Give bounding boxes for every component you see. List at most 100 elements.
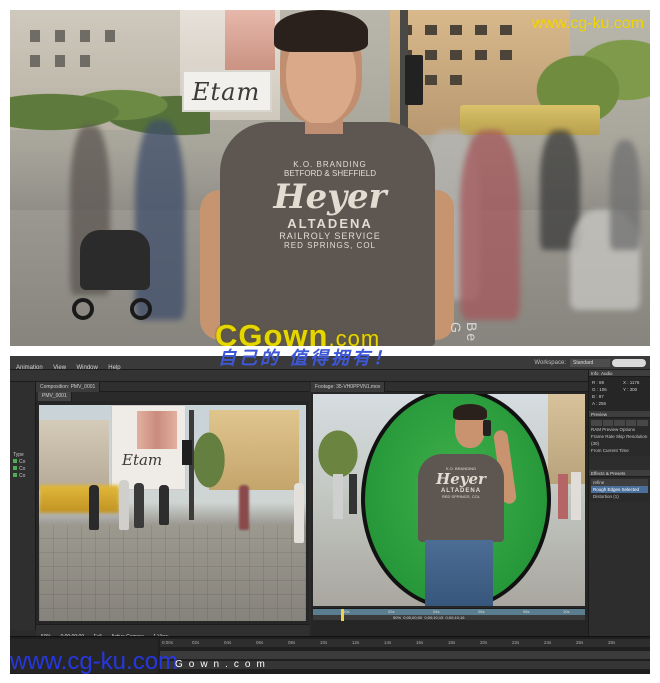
storefront-sign-text: Etam: [122, 451, 163, 469]
workspace-select[interactable]: Standard: [570, 359, 610, 367]
blurred-bus: [39, 485, 119, 513]
ruler-tick: 0:00s: [162, 640, 174, 645]
composition-viewer[interactable]: Etam: [39, 405, 306, 621]
project-item[interactable]: Co: [10, 459, 35, 466]
footage-tabbar: Footage: 35-VH0PPVN1.mov: [311, 382, 588, 392]
tab-audio[interactable]: Audio: [601, 371, 613, 376]
top-photo: Etam K.O. BRANDING BETFORD & SHEFFIELD H…: [10, 10, 650, 346]
info-panel-header: Info Audio: [589, 370, 650, 377]
tab-footage[interactable]: Footage: 35-VH0PPVN1.mov: [311, 382, 386, 392]
blurred-pedestrian: [460, 130, 520, 320]
video-editor-window: Animation View Window Help Workspace: St…: [10, 356, 650, 674]
pedestrian: [159, 485, 169, 525]
last-frame-button[interactable]: [637, 420, 648, 426]
frame-rate-select[interactable]: (30): [591, 440, 648, 447]
window: [30, 30, 40, 42]
pedestrian: [558, 474, 568, 519]
tshirt-brand: Heyer: [273, 177, 387, 217]
in-point[interactable]: 0;00;10;15: [424, 615, 443, 620]
pedestrian: [89, 485, 99, 530]
from-current-time-checkbox[interactable]: From Current Time: [591, 447, 648, 454]
project-item[interactable]: Co: [10, 473, 35, 480]
tab-info[interactable]: Info: [591, 371, 599, 376]
window: [450, 50, 462, 60]
watermark-side-text: Be G: [448, 322, 480, 344]
composition-icon: [13, 459, 17, 463]
ruler-tick: 04s: [224, 640, 232, 645]
timeline-layer-bar[interactable]: [160, 651, 650, 659]
ruler-tick: 24s: [544, 640, 552, 645]
window: [55, 55, 65, 67]
ruler-tick: 10s: [563, 609, 570, 614]
right-panels: Info Audio R : 69 G : 106 B : 87 A : 255…: [588, 370, 650, 636]
window: [450, 75, 462, 85]
effects-panel-header[interactable]: Effects & Presets: [589, 470, 650, 477]
magnification-value[interactable]: 50%: [393, 615, 401, 620]
window: [475, 25, 487, 35]
project-item[interactable]: Co: [10, 466, 35, 473]
current-time[interactable]: 0;00;00;00: [403, 615, 422, 620]
effects-search-input[interactable]: refine: [591, 479, 648, 486]
pedestrian: [571, 472, 581, 520]
footage-viewer[interactable]: K.O. BRANDING Heyer ALTADENA RED SPRINGS…: [313, 394, 585, 606]
watermark-cgown-logo: CGown.com: [215, 318, 380, 346]
ruler-tick: 22s: [512, 640, 520, 645]
page-root: Etam K.O. BRANDING BETFORD & SHEFFIELD H…: [0, 0, 660, 683]
info-r: R : 69: [592, 380, 605, 385]
project-item[interactable]: Type: [10, 452, 35, 459]
main-subject: K.O. BRANDING BETFORD & SHEFFIELD Heyer …: [200, 10, 454, 346]
footage-readout: 50% 0;00;00;00 0;00;10;15 0;00;10;16: [393, 615, 464, 621]
window: [30, 55, 40, 67]
window: [105, 30, 115, 42]
phone-icon: [483, 420, 491, 436]
skip-label: Skip: [616, 434, 625, 439]
window: [500, 50, 512, 60]
watermark-bottom-left: www.cg-ku.com: [10, 648, 179, 675]
ruler-tick: 08s: [523, 609, 530, 614]
preview-panel-header[interactable]: Preview: [589, 411, 650, 418]
ruler-tick: 14s: [384, 640, 392, 645]
tab-composition[interactable]: Composition: PMV_0001: [36, 382, 101, 392]
ruler-tick: 26s: [576, 640, 584, 645]
project-panel: Type Co Co Co: [10, 382, 36, 630]
workspace-label: Workspace:: [534, 360, 566, 366]
ram-preview-options: RAM Preview Options: [591, 427, 636, 432]
watermark-chinese-slogan: 自己的 值得拥有！: [218, 348, 395, 368]
watermark-cgown-text: CGown: [215, 318, 329, 346]
ruler-tick: 28s: [608, 640, 616, 645]
pedestrian: [239, 485, 249, 530]
window: [500, 25, 512, 35]
tab-composition-sub[interactable]: PMV_0001: [38, 392, 72, 401]
ruler-tick: 06s: [478, 609, 485, 614]
ruler-tick: 20s: [480, 640, 488, 645]
info-y: Y : 300: [623, 387, 638, 392]
composition-viewer-controls: 50% 0;00;00;00 Full Active Camera 1 View: [36, 624, 309, 640]
resolution-label: Resolution: [626, 434, 648, 439]
building: [39, 420, 109, 490]
blurred-pedestrian: [610, 140, 640, 250]
composition-subtabbar: PMV_0001: [36, 392, 309, 401]
effects-item[interactable]: Rough Edges Selected: [591, 486, 648, 493]
pedestrian: [134, 483, 144, 528]
timeline-ruler[interactable]: 0:00s 02s 04s 06s 08s 10s 12s 14s 16s 18…: [160, 639, 650, 647]
pedestrian: [349, 474, 357, 514]
current-time-indicator[interactable]: [341, 609, 344, 621]
actor-tshirt-line4: RED SPRINGS, COL: [441, 494, 480, 499]
billboard-image: [137, 411, 177, 449]
preview-settings-labels: Frame Rate Skip Resolution: [591, 433, 648, 440]
baby-stroller: [70, 210, 160, 330]
pedestrian: [333, 474, 343, 519]
preview-panel: RAM Preview Options Frame Rate Skip Reso…: [589, 418, 650, 456]
out-point[interactable]: 0;00;10;16: [446, 615, 465, 620]
composition-icon: [13, 466, 17, 470]
actor-hair: [453, 404, 487, 420]
search-help-input[interactable]: [612, 359, 646, 367]
window: [80, 55, 90, 67]
ruler-tick: 12s: [352, 640, 360, 645]
footage-time-ruler[interactable]: 00s 02s 04s 06s 08s 10s 50% 0;00;00;00 0…: [313, 608, 585, 621]
tshirt-line5: RAILROLY SERVICE: [279, 231, 381, 241]
info-panel: R : 69 G : 106 B : 87 A : 255 X : 1176 Y…: [589, 377, 650, 411]
composition-panel: Composition: PMV_0001 PMV_0001 Etam: [36, 382, 309, 640]
effects-item[interactable]: Distortion (1): [591, 493, 648, 500]
info-g: G : 106: [592, 387, 607, 392]
